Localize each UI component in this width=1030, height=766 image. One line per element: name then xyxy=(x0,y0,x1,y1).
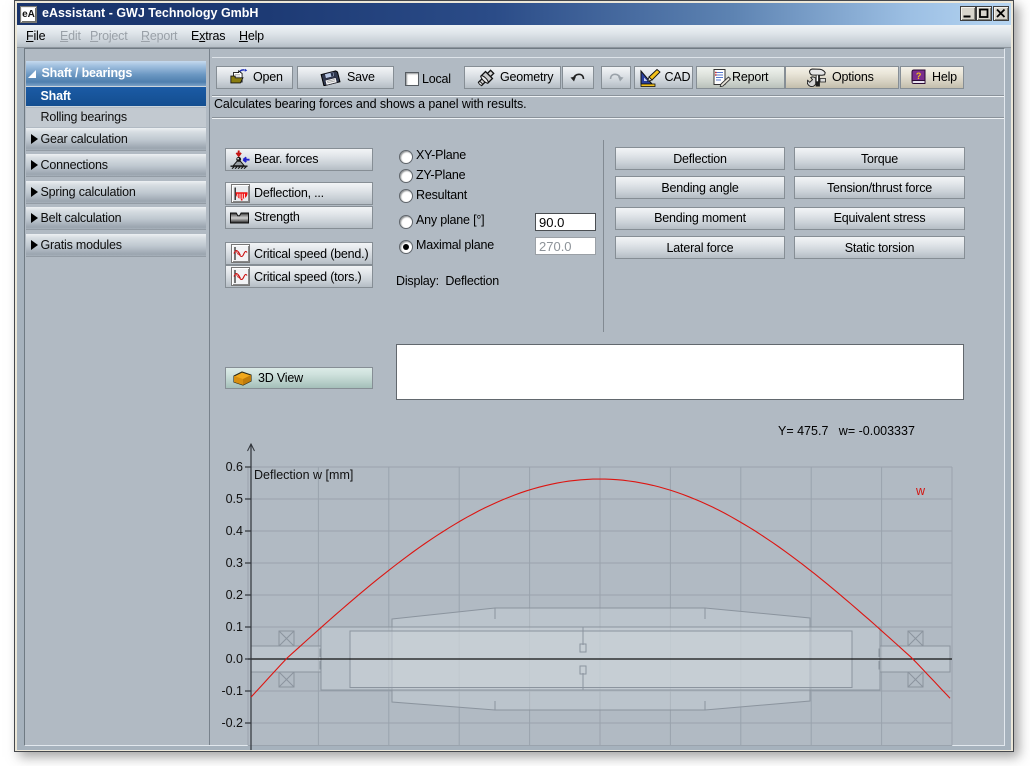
svg-text:?: ? xyxy=(916,71,921,81)
svg-text:-0.1: -0.1 xyxy=(221,684,243,698)
svg-text:-0.2: -0.2 xyxy=(221,716,243,730)
svg-text:0.5: 0.5 xyxy=(226,492,243,506)
svg-text:w: w xyxy=(915,484,926,498)
svg-text:0.2: 0.2 xyxy=(226,588,243,602)
svg-text:Deflection w [mm]: Deflection w [mm] xyxy=(254,468,353,482)
svg-text:0.6: 0.6 xyxy=(226,460,243,474)
svg-text:0.0: 0.0 xyxy=(226,652,243,666)
svg-text:0.4: 0.4 xyxy=(226,524,243,538)
svg-text:0.1: 0.1 xyxy=(226,620,243,634)
svg-text:0.3: 0.3 xyxy=(226,556,243,570)
